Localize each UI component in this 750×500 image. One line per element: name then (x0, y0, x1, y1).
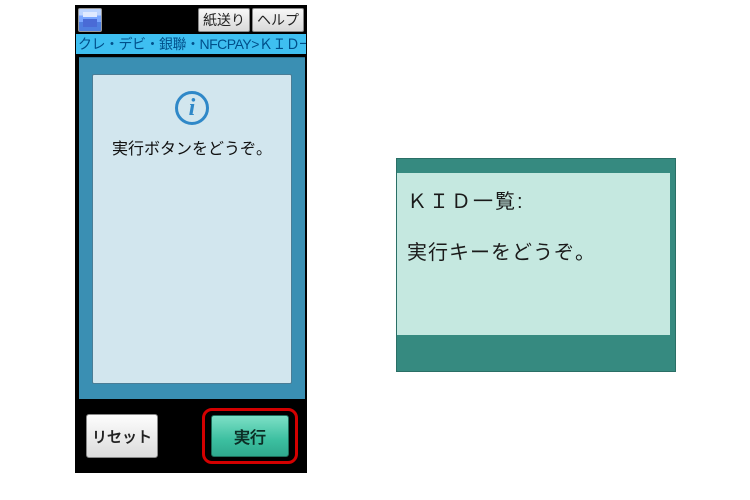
info-icon: i (175, 91, 209, 125)
secondary-display: ＫＩＤ一覧: 実行キーをどうぞ。 (396, 158, 676, 372)
secondary-display-message: 実行キーをどうぞ。 (407, 236, 660, 265)
info-message: 実行ボタンをどうぞ。 (93, 135, 291, 159)
info-card: i 実行ボタンをどうぞ。 (92, 74, 292, 384)
app-icon (78, 8, 102, 32)
secondary-display-inner: ＫＩＤ一覧: 実行キーをどうぞ。 (397, 173, 670, 335)
exec-highlight-icon: 実行 (202, 408, 298, 464)
paper-feed-button[interactable]: 紙送り (198, 8, 250, 32)
screen-area: i 実行ボタンをどうぞ。 リセット 実行 (79, 57, 305, 471)
terminal-topbar: 紙送り ヘルプ (76, 6, 306, 34)
secondary-display-title: ＫＩＤ一覧: (407, 185, 660, 214)
bottom-panel: リセット 実行 (79, 399, 305, 471)
reset-button[interactable]: リセット (86, 414, 158, 458)
help-button[interactable]: ヘルプ (252, 8, 304, 32)
terminal-device: 紙送り ヘルプ クレ・デビ・銀聯・NFCPAY>ＫＩＤ一覧 i 実行ボタンをどう… (75, 5, 307, 473)
exec-button[interactable]: 実行 (211, 415, 289, 457)
breadcrumb: クレ・デビ・銀聯・NFCPAY>ＫＩＤ一覧 (76, 34, 306, 54)
top-buttons: 紙送り ヘルプ (198, 8, 304, 32)
